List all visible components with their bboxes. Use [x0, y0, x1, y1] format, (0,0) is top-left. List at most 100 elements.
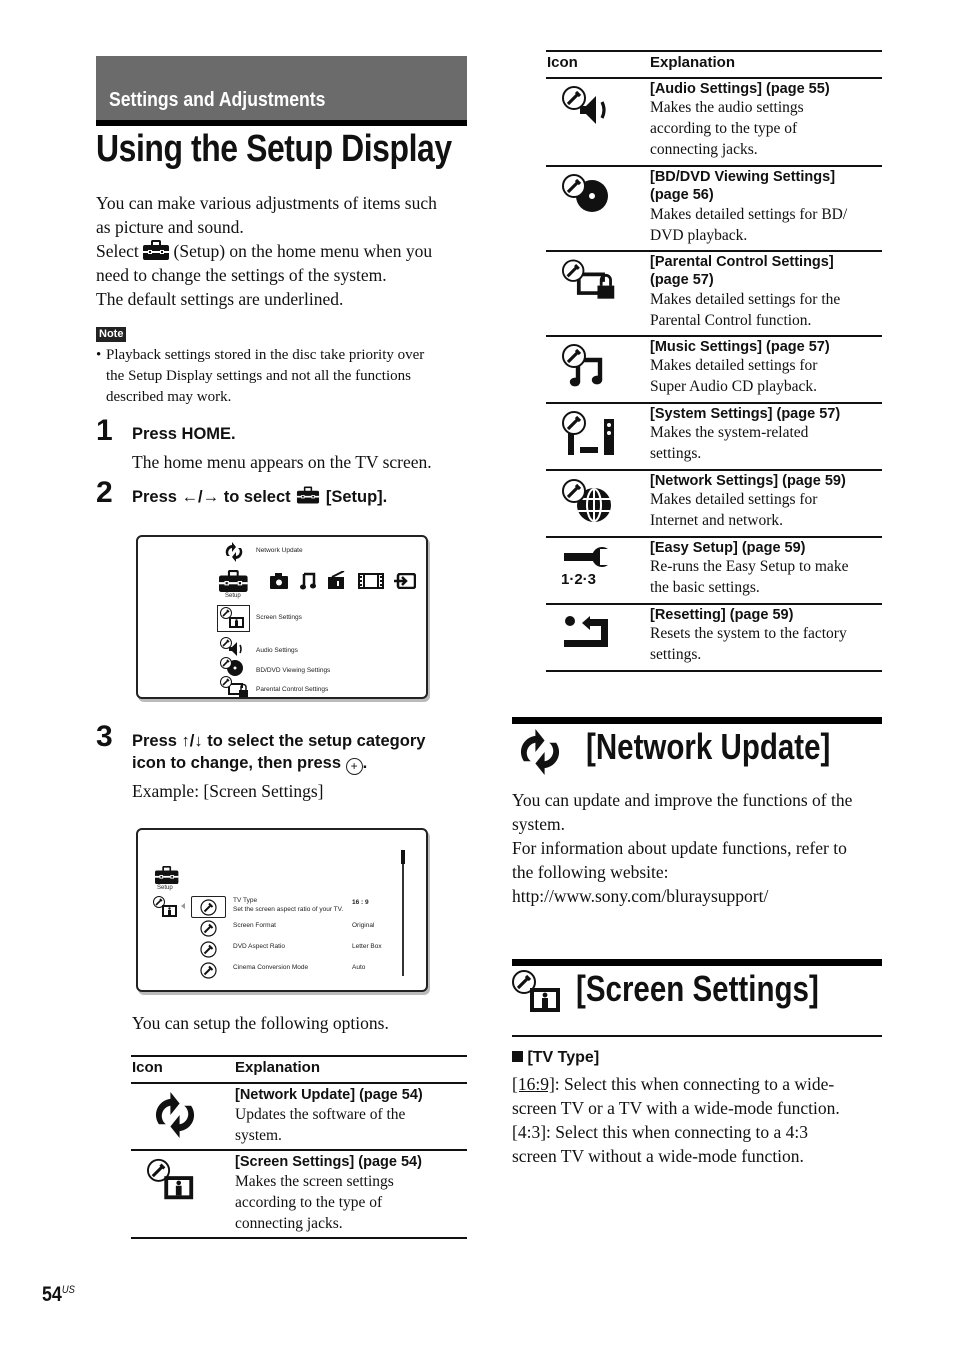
toolbox-setup-icon	[297, 486, 320, 504]
menu-bd-dvd-settings[interactable]: BD/DVD Viewing Settings	[256, 667, 330, 674]
table-row: [BD/DVD Viewing Settings] (page 56) Make…	[546, 166, 882, 250]
setting-value-dvd-aspect[interactable]: Letter Box	[352, 943, 382, 950]
row-title: [Parental Control Settings] (page 57)	[650, 254, 834, 288]
left-arrow-icon	[181, 903, 185, 909]
toolbox-setup-icon	[143, 240, 170, 260]
step-detail: Example: [Screen Settings]	[132, 781, 324, 801]
intro-line: Select (Setup) on the home menu when you	[96, 240, 433, 261]
scrollbar-track[interactable]	[402, 850, 404, 976]
toolbox-setup-icon	[219, 570, 248, 592]
network-settings-icon	[562, 479, 611, 522]
film-icon[interactable]	[358, 573, 384, 589]
setting-value-cinema-conversion[interactable]: Auto	[352, 964, 365, 971]
step-title: Press HOME.	[132, 425, 236, 443]
section-rule	[512, 717, 882, 724]
screen-settings-heading: [Screen Settings]	[576, 968, 819, 1009]
table-row: [Audio Settings] (page 55) Makes the aud…	[546, 78, 882, 165]
network-update-icon	[225, 542, 243, 562]
parental-control-icon[interactable]	[220, 676, 250, 698]
section-header-band: Settings and Adjustments	[96, 56, 467, 120]
network-update-body: You can update and improve the functions…	[512, 788, 892, 908]
toolbox-setup-icon	[155, 866, 179, 884]
system-settings-icon	[562, 411, 614, 455]
setting-name-dvd-aspect[interactable]: DVD Aspect Ratio	[233, 943, 285, 950]
options-table-right: Icon Explanation [Audio Settings] (page …	[546, 50, 882, 672]
row-title: [BD/DVD Viewing Settings] (page 56)	[650, 169, 836, 203]
parental-control-icon	[562, 259, 615, 299]
row-desc: Makes detailed settings for Super Audio …	[650, 357, 818, 395]
intro-line: need to change the settings of the syste…	[96, 265, 387, 285]
default-option: [16:9]	[512, 1074, 555, 1094]
screen-settings-icon	[512, 970, 560, 1012]
table-row: [System Settings] (page 57) Makes the sy…	[546, 403, 882, 469]
music-note-icon[interactable]	[300, 572, 316, 590]
section-label: Settings and Adjustments	[109, 89, 326, 111]
step-number: 2	[96, 476, 113, 509]
intro-paragraph: You can make various adjustments of item…	[96, 191, 476, 311]
row-title: [System Settings] (page 57)	[650, 406, 841, 422]
setting-value-screen-format[interactable]: Original	[352, 922, 374, 929]
home-menu-screen: Network Update Setup Screen Settings Aud…	[136, 535, 428, 699]
menu-setup-label: Setup	[225, 593, 241, 599]
wrench-icon	[200, 941, 217, 958]
radio-icon[interactable]	[328, 571, 346, 589]
intro-line: as picture and sound.	[96, 217, 244, 237]
tv-type-options: [16:9]: Select this when connecting to a…	[512, 1074, 840, 1166]
network-update-icon	[155, 1092, 195, 1138]
audio-settings-icon[interactable]	[220, 637, 246, 657]
step-title: Press ←/→ to select [Setup].	[132, 486, 388, 506]
setting-value-tv-type[interactable]: 16 : 9	[352, 899, 369, 906]
column-header-explanation: Explanation	[650, 54, 736, 71]
intro-line: The default settings are underlined.	[96, 289, 344, 309]
resetting-icon	[564, 616, 608, 647]
easy-setup-icon-label: 1·2·3	[561, 571, 597, 588]
network-update-icon	[520, 729, 560, 775]
table-row: [Parental Control Settings] (page 57) Ma…	[546, 251, 882, 335]
menu-screen-settings[interactable]: Screen Settings	[256, 614, 302, 621]
row-title: [Audio Settings] (page 55)	[650, 81, 830, 97]
menu-parental-settings[interactable]: Parental Control Settings	[256, 686, 328, 693]
step-number: 1	[96, 414, 113, 447]
menu-network-update[interactable]: Network Update	[256, 547, 303, 554]
enter-button-symbol: +	[345, 758, 363, 775]
screen-settings-icon	[147, 1158, 194, 1200]
table-row: [Network Update] (page 54) Updates the s…	[131, 1083, 467, 1149]
scrollbar-thumb[interactable]	[401, 850, 405, 864]
setting-name-screen-format[interactable]: Screen Format	[233, 922, 276, 929]
row-desc: Makes detailed settings for Internet and…	[650, 491, 818, 529]
input-icon[interactable]	[394, 573, 416, 589]
intro-line: You can make various adjustments of item…	[96, 193, 437, 213]
table-row: [Music Settings] (page 57) Makes detaile…	[546, 336, 882, 402]
setting-name-cinema-conversion[interactable]: Cinema Conversion Mode	[233, 964, 308, 971]
row-desc: Makes the audio settings according to th…	[650, 99, 804, 158]
note-badge: Note	[96, 327, 127, 342]
support-url[interactable]: http://www.sony.com/bluraysupport/	[512, 884, 892, 908]
screen-settings-icon	[153, 896, 177, 917]
table-row: 1·2·3 [Easy Setup] (page 59) Re-runs the…	[546, 537, 882, 603]
bd-dvd-settings-icon[interactable]	[220, 657, 246, 677]
note-text: • Playback settings stored in the disc t…	[96, 347, 425, 405]
wrench-icon	[200, 962, 217, 979]
setting-name-tv-type[interactable]: TV Type	[233, 897, 257, 904]
table-row: [Network Settings] (page 59) Makes detai…	[546, 470, 882, 536]
camera-icon[interactable]	[270, 573, 288, 589]
page-title: Using the Setup Display	[96, 128, 452, 170]
row-title: [Network Update] (page 54)	[235, 1087, 423, 1103]
bullet: •	[96, 347, 102, 363]
setting-desc-tv-type: Set the screen aspect ratio of your TV.	[233, 906, 344, 913]
row-desc: Makes detailed settings for the Parental…	[650, 291, 841, 329]
wrench-icon	[200, 920, 217, 937]
step-detail: The home menu appears on the TV screen.	[132, 452, 432, 472]
screen-settings-icon[interactable]	[220, 607, 246, 629]
setup-label: Setup	[157, 885, 173, 891]
menu-audio-settings[interactable]: Audio Settings	[256, 647, 298, 654]
step-number: 3	[96, 720, 113, 753]
bd-dvd-settings-icon	[562, 174, 608, 212]
page-number: 54US	[42, 1283, 75, 1306]
row-title: [Network Settings] (page 59)	[650, 473, 846, 489]
row-title: [Resetting] (page 59)	[650, 607, 794, 623]
row-desc: Resets the system to the factory setting…	[650, 625, 847, 663]
easy-setup-icon	[564, 547, 608, 567]
step-title: Press ↑/↓ to select the setup category i…	[132, 732, 426, 775]
music-settings-icon	[562, 344, 603, 387]
